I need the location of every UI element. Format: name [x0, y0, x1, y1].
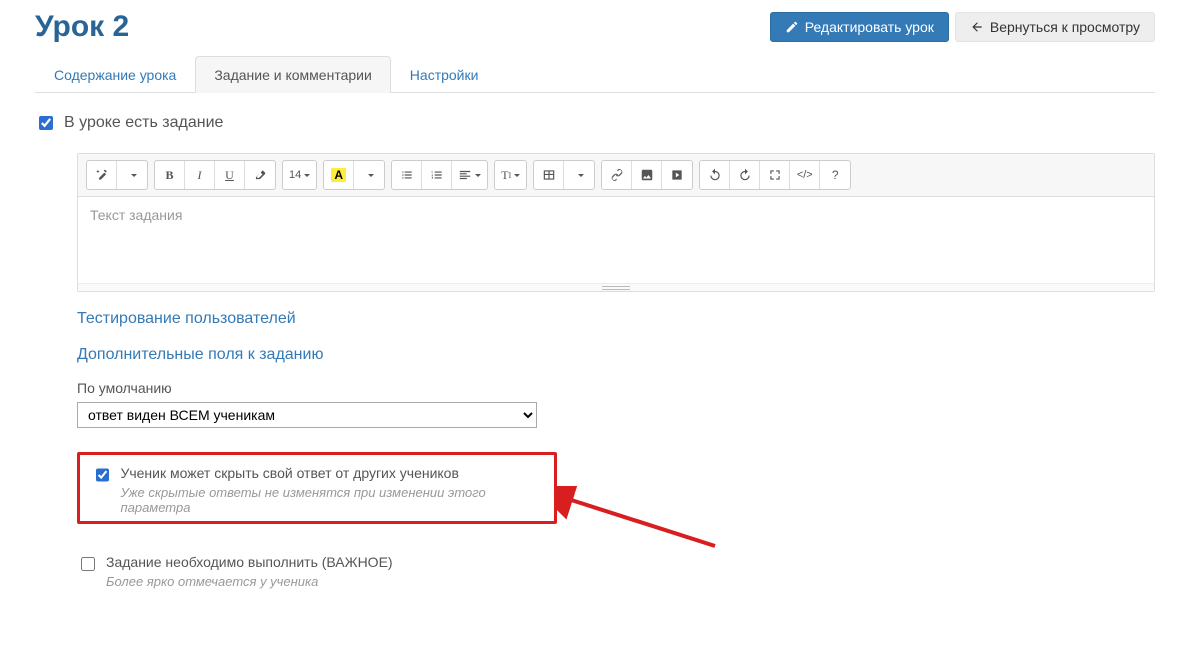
important-task-label: Задание необходимо выполнить (ВАЖНОЕ)	[106, 554, 393, 570]
bold-button[interactable]: B	[155, 161, 185, 189]
editor-toolbar: B I U 14 A TI	[78, 154, 1154, 197]
back-to-view-button[interactable]: Вернуться к просмотру	[955, 12, 1155, 42]
page-title: Урок 2	[35, 10, 129, 44]
has-task-checkbox[interactable]	[39, 116, 53, 130]
image-icon[interactable]	[632, 161, 662, 189]
tabs: Содержание урока Задание и комментарии Н…	[35, 56, 1155, 93]
undo-icon[interactable]	[700, 161, 730, 189]
tab-task[interactable]: Задание и комментарии	[195, 56, 390, 93]
task-editor: B I U 14 A TI	[77, 153, 1155, 292]
table-dropdown[interactable]	[564, 161, 594, 189]
annotation-arrow	[555, 486, 725, 556]
list-ol-icon[interactable]	[422, 161, 452, 189]
student-hide-label: Ученик может скрыть свой ответ от других…	[120, 465, 542, 481]
edit-lesson-button[interactable]: Редактировать урок	[770, 12, 949, 42]
default-label: По умолчанию	[77, 380, 1155, 396]
header-actions: Редактировать урок Вернуться к просмотру	[770, 12, 1155, 42]
highlighted-option: Ученик может скрыть свой ответ от других…	[77, 452, 557, 524]
eraser-icon[interactable]	[245, 161, 275, 189]
redo-icon[interactable]	[730, 161, 760, 189]
important-task-checkbox[interactable]	[81, 557, 95, 571]
underline-button[interactable]: U	[215, 161, 245, 189]
font-color-dropdown[interactable]	[354, 161, 384, 189]
student-hide-checkbox[interactable]	[96, 468, 109, 482]
italic-button[interactable]: I	[185, 161, 215, 189]
font-color-button[interactable]: A	[324, 161, 354, 189]
magic-icon[interactable]	[87, 161, 117, 189]
list-ul-icon[interactable]	[392, 161, 422, 189]
video-icon[interactable]	[662, 161, 692, 189]
link-icon[interactable]	[602, 161, 632, 189]
edit-icon	[785, 20, 799, 34]
align-dropdown[interactable]	[452, 161, 487, 189]
magic-dropdown[interactable]	[117, 161, 147, 189]
table-icon[interactable]	[534, 161, 564, 189]
student-hide-hint: Уже скрытые ответы не изменятся при изме…	[120, 485, 542, 515]
code-icon[interactable]: </>	[790, 161, 820, 189]
fontsize-dropdown[interactable]: 14	[283, 161, 316, 189]
tab-content[interactable]: Содержание урока	[35, 56, 195, 93]
extra-fields-link[interactable]: Дополнительные поля к заданию	[77, 346, 1155, 364]
back-to-view-label: Вернуться к просмотру	[990, 19, 1140, 35]
edit-lesson-label: Редактировать урок	[805, 19, 934, 35]
tab-settings[interactable]: Настройки	[391, 56, 498, 93]
resize-handle[interactable]	[78, 283, 1154, 291]
text-style-dropdown[interactable]: TI	[495, 161, 526, 189]
fullscreen-icon[interactable]	[760, 161, 790, 189]
test-users-link[interactable]: Тестирование пользователей	[77, 310, 1155, 328]
arrow-left-icon	[970, 20, 984, 34]
important-task-hint: Более ярко отмечается у ученика	[106, 574, 393, 589]
has-task-label: В уроке есть задание	[64, 114, 223, 132]
help-icon[interactable]: ?	[820, 161, 850, 189]
visibility-select[interactable]: ответ виден ВСЕМ ученикам	[77, 402, 537, 428]
editor-textarea[interactable]: Текст задания	[78, 197, 1154, 283]
